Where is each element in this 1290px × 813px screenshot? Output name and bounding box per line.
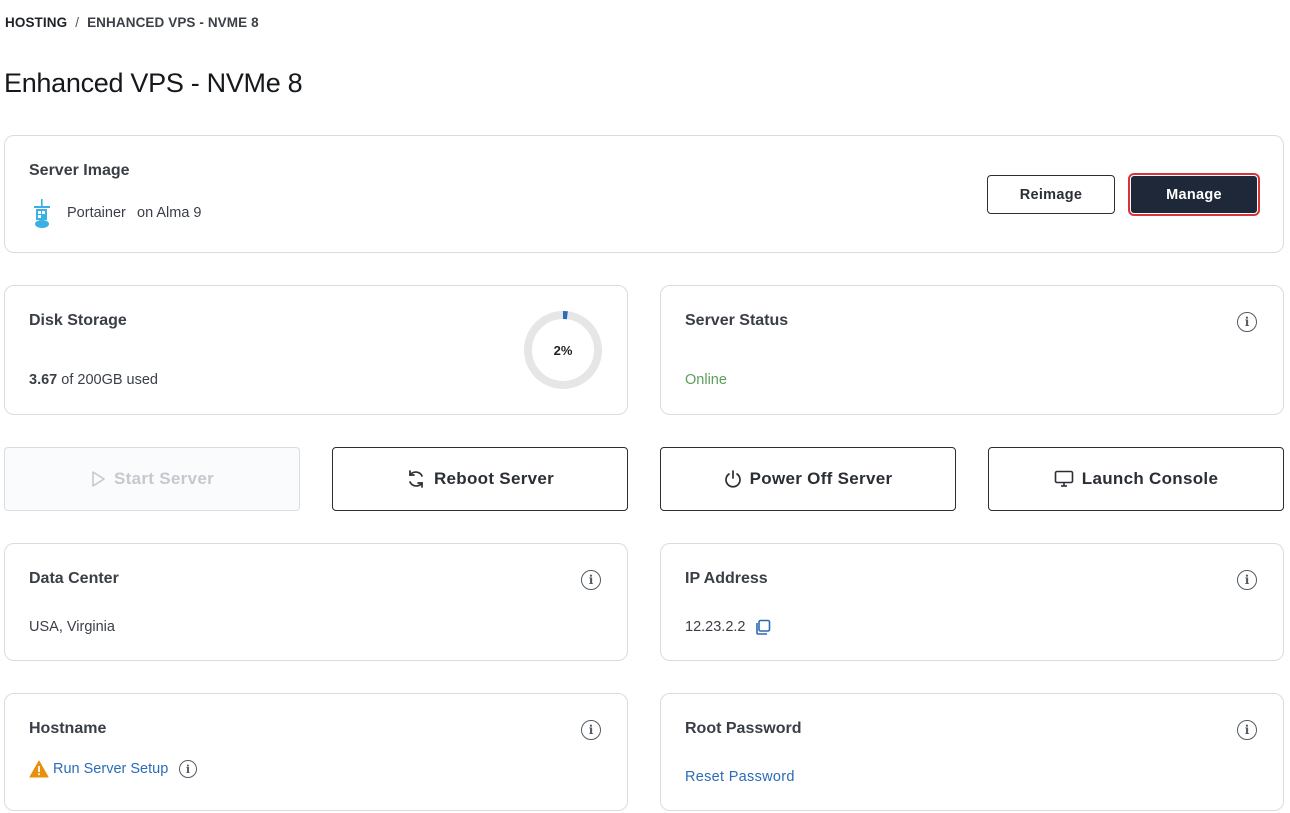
power-off-server-label: Power Off Server xyxy=(749,469,893,488)
ip-address-value: 12.23.2.2 xyxy=(685,619,746,635)
launch-console-button[interactable]: Launch Console xyxy=(988,447,1284,511)
warning-icon xyxy=(29,760,49,783)
run-server-setup-link[interactable]: Run Server Setup xyxy=(53,761,168,777)
server-image-card: Server Image Portainer on Alma 9 Reimage… xyxy=(4,135,1284,253)
breadcrumb-separator: / xyxy=(75,15,80,30)
root-password-title: Root Password xyxy=(685,720,802,737)
disk-usage-ring: 2% xyxy=(523,310,603,390)
server-setup-info-icon[interactable]: i xyxy=(179,760,197,778)
reset-password-link[interactable]: Reset Password xyxy=(685,769,795,785)
data-center-value: USA, Virginia xyxy=(29,619,115,635)
reboot-server-button[interactable]: Reboot Server xyxy=(332,447,628,511)
server-status-card: Server Status i Online xyxy=(660,285,1284,415)
start-server-label: Start Server xyxy=(114,469,214,488)
root-password-info-icon[interactable]: i xyxy=(1237,720,1257,740)
power-icon xyxy=(724,469,742,489)
server-status-title: Server Status xyxy=(685,312,789,329)
hostname-card: Hostname i Run Server Setup i xyxy=(4,693,628,811)
disk-percent-label: 2% xyxy=(553,342,573,358)
server-image-os: on Alma 9 xyxy=(137,205,202,221)
disk-usage-text: 3.67 of 200GB used xyxy=(29,372,158,388)
root-password-card: Root Password i Reset Password xyxy=(660,693,1284,811)
copy-icon[interactable] xyxy=(755,619,771,640)
disk-used-value: 3.67 xyxy=(29,372,58,388)
launch-console-label: Launch Console xyxy=(1081,469,1219,488)
refresh-icon xyxy=(406,469,426,489)
portainer-logo-icon xyxy=(31,199,53,234)
ip-address-title: IP Address xyxy=(685,570,768,587)
data-center-title: Data Center xyxy=(29,570,119,587)
ip-address-info-icon[interactable]: i xyxy=(1237,570,1257,590)
manage-button[interactable]: Manage xyxy=(1128,173,1260,216)
power-off-server-button[interactable]: Power Off Server xyxy=(660,447,956,511)
breadcrumb-current: ENHANCED VPS - NVME 8 xyxy=(87,15,259,30)
ip-address-card: IP Address i 12.23.2.2 xyxy=(660,543,1284,661)
page-title: Enhanced VPS - NVMe 8 xyxy=(4,68,303,98)
data-center-info-icon[interactable]: i xyxy=(581,570,601,590)
hostname-info-icon[interactable]: i xyxy=(581,720,601,740)
server-status-value: Online xyxy=(685,372,727,388)
start-server-button[interactable]: Start Server xyxy=(4,447,300,511)
breadcrumb: HOSTING / ENHANCED VPS - NVME 8 xyxy=(5,15,259,30)
play-icon xyxy=(90,470,106,488)
disk-total-text: of 200GB used xyxy=(61,372,159,388)
hostname-title: Hostname xyxy=(29,720,107,737)
server-image-app: Portainer xyxy=(67,205,126,221)
disk-storage-card: Disk Storage 3.67 of 200GB used 2% xyxy=(4,285,628,415)
data-center-card: Data Center i USA, Virginia xyxy=(4,543,628,661)
server-status-info-icon[interactable]: i xyxy=(1237,312,1257,332)
reboot-server-label: Reboot Server xyxy=(433,469,555,488)
monitor-icon xyxy=(1054,470,1074,488)
server-image-title: Server Image xyxy=(29,162,130,179)
disk-storage-title: Disk Storage xyxy=(29,312,127,329)
breadcrumb-hosting[interactable]: HOSTING xyxy=(5,15,67,30)
reimage-button[interactable]: Reimage xyxy=(987,175,1115,214)
